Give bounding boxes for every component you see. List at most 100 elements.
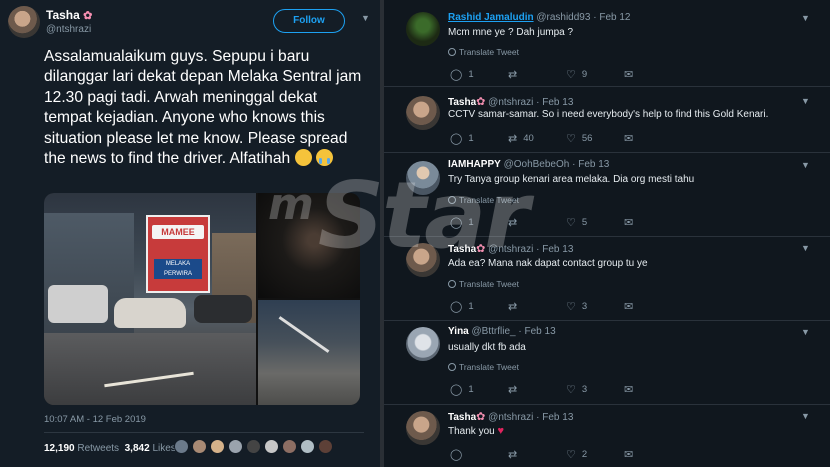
reply-button[interactable]: ◯ 1 xyxy=(450,300,474,313)
tweet-timestamp[interactable]: 10:07 AM - 12 Feb 2019 xyxy=(44,414,146,425)
reply-button[interactable]: ◯ 1 xyxy=(450,132,474,145)
reply-actions: ◯ 1 ⇄ 40 ♡ 56 ✉ xyxy=(448,132,648,146)
chevron-down-icon[interactable]: ▼ xyxy=(801,96,810,106)
reply-actions: ◯ ⇄ ♡ 2 ✉ xyxy=(448,448,648,462)
avatar[interactable] xyxy=(406,243,440,277)
chevron-down-icon[interactable]: ▼ xyxy=(801,411,810,421)
reply-item[interactable]: Tasha✿ @ntshrazi · Feb 13 ▼ CCTV samar-s… xyxy=(384,87,830,152)
retweet-button[interactable]: ⇄ xyxy=(508,448,523,461)
reply-header: Tasha✿ @ntshrazi · Feb 13 xyxy=(448,95,573,108)
chevron-down-icon[interactable]: ▼ xyxy=(801,327,810,337)
reply-item[interactable]: Yina @Bttrflie_ · Feb 13 ▼ usually dkt f… xyxy=(384,321,830,404)
reply-date[interactable]: Feb 13 xyxy=(525,326,556,337)
reply-author-name[interactable]: IAMHAPPY xyxy=(448,159,501,170)
reply-author-name[interactable]: Tasha xyxy=(448,412,476,423)
translate-link[interactable]: Translate Tweet xyxy=(448,47,519,57)
retweet-button[interactable]: ⇄ xyxy=(508,383,523,396)
tweet-photos[interactable]: MAMEE MELAKA PERWIRA xyxy=(44,193,360,405)
dm-button[interactable]: ✉ xyxy=(624,68,639,81)
retweet-button[interactable]: ⇄ xyxy=(508,68,523,81)
avatar[interactable] xyxy=(192,439,207,454)
reply-handle[interactable]: @rashidd93 xyxy=(536,12,590,23)
translate-link[interactable]: Translate Tweet xyxy=(448,279,519,289)
avatar[interactable] xyxy=(300,439,315,454)
dm-button[interactable]: ✉ xyxy=(624,300,639,313)
chevron-down-icon[interactable]: ▼ xyxy=(801,13,810,23)
like-button[interactable]: ♡ 2 xyxy=(566,448,587,461)
dm-button[interactable]: ✉ xyxy=(624,216,639,229)
chevron-down-icon[interactable]: ▼ xyxy=(361,13,370,23)
avatar[interactable] xyxy=(406,96,440,130)
reply-date[interactable]: Feb 13 xyxy=(578,159,609,170)
reply-handle[interactable]: @ntshrazi xyxy=(488,97,533,108)
retweet-button[interactable]: ⇄ xyxy=(508,216,523,229)
translate-link[interactable]: Translate Tweet xyxy=(448,195,519,205)
reply-button[interactable]: ◯ xyxy=(450,448,468,461)
avatar[interactable] xyxy=(318,439,333,454)
avatar[interactable] xyxy=(406,161,440,195)
reply-button[interactable]: ◯ 1 xyxy=(450,383,474,396)
reply-item[interactable]: Rashid Jamaludin @rashidd93 · Feb 12 ▼ M… xyxy=(384,0,830,86)
liker-avatars[interactable] xyxy=(174,439,336,455)
store-sign-sub: MELAKA PERWIRA xyxy=(154,259,202,279)
reply-author-name[interactable]: Rashid Jamaludin xyxy=(448,12,534,23)
translate-link[interactable]: Translate Tweet xyxy=(448,362,519,372)
avatar[interactable] xyxy=(228,439,243,454)
reply-handle[interactable]: @ntshrazi xyxy=(488,244,533,255)
reply-header: Yina @Bttrflie_ · Feb 13 xyxy=(448,326,556,337)
retweet-icon: ⇄ xyxy=(508,133,518,145)
like-button[interactable]: ♡ 3 xyxy=(566,383,587,396)
separator-dot: · xyxy=(593,12,597,23)
like-button[interactable]: ♡ 3 xyxy=(566,300,587,313)
reply-author-name[interactable]: Tasha xyxy=(448,244,476,255)
like-button[interactable]: ♡ 5 xyxy=(566,216,587,229)
retweets-label: Retweets xyxy=(77,443,120,454)
author-name[interactable]: Tasha ✿ xyxy=(46,8,92,22)
reply-date[interactable]: Feb 13 xyxy=(542,244,573,255)
reply-text-content: Thank you xyxy=(448,426,495,437)
like-button[interactable]: ♡ 9 xyxy=(566,68,587,81)
reply-date[interactable]: Feb 13 xyxy=(542,97,573,108)
reply-button[interactable]: ◯ 1 xyxy=(450,216,474,229)
heart-icon: ♡ xyxy=(566,301,576,313)
reply-button[interactable]: ◯ 1 xyxy=(450,68,474,81)
dm-button[interactable]: ✉ xyxy=(624,132,639,145)
reply-item[interactable]: Tasha✿ @ntshrazi · Feb 13 ▼ Thank you ♥ … xyxy=(384,405,830,467)
tweet-stats[interactable]: 12,190 Retweets 3,842 Likes xyxy=(44,443,176,454)
dm-button[interactable]: ✉ xyxy=(624,383,639,396)
reply-handle[interactable]: @OohBebeOh xyxy=(504,159,570,170)
avatar[interactable] xyxy=(174,439,189,454)
retweet-button[interactable]: ⇄ xyxy=(508,300,523,313)
reply-handle[interactable]: @Bttrflie_ xyxy=(472,326,516,337)
reply-count: 1 xyxy=(468,384,474,395)
reply-text: Mcm mne ye ? Dah jumpa ? xyxy=(448,27,574,38)
follow-button[interactable]: Follow xyxy=(273,9,345,33)
avatar[interactable] xyxy=(264,439,279,454)
chevron-down-icon[interactable]: ▼ xyxy=(801,160,810,170)
chevron-down-icon[interactable]: ▼ xyxy=(801,243,810,253)
avatar[interactable] xyxy=(406,327,440,361)
separator-dot: · xyxy=(536,97,540,108)
retweet-button[interactable]: ⇄ 40 xyxy=(508,132,534,145)
reply-author-name[interactable]: Tasha xyxy=(448,97,476,108)
reply-item[interactable]: IAMHAPPY @OohBebeOh · Feb 13 ▼ Try Tanya… xyxy=(384,153,830,236)
reply-item[interactable]: Tasha✿ @ntshrazi · Feb 13 ▼ Ada ea? Mana… xyxy=(384,237,830,320)
like-button[interactable]: ♡ 56 xyxy=(566,132,592,145)
avatar[interactable] xyxy=(8,6,40,38)
dm-button[interactable]: ✉ xyxy=(624,448,639,461)
avatar[interactable] xyxy=(282,439,297,454)
heart-icon: ♡ xyxy=(566,69,576,81)
avatar[interactable] xyxy=(210,439,225,454)
night-scene-photo[interactable] xyxy=(258,193,360,298)
avatar[interactable] xyxy=(406,411,440,445)
avatar[interactable] xyxy=(246,439,261,454)
author-handle[interactable]: @ntshrazi xyxy=(46,24,91,35)
globe-icon xyxy=(448,363,456,371)
reply-handle[interactable]: @ntshrazi xyxy=(488,412,533,423)
reply-author-name[interactable]: Yina xyxy=(448,326,469,337)
avatar[interactable] xyxy=(406,12,440,46)
reply-date[interactable]: Feb 13 xyxy=(542,412,573,423)
retweet-icon: ⇄ xyxy=(508,449,518,461)
motorcycle-scene-photo[interactable] xyxy=(258,300,360,405)
reply-date[interactable]: Feb 12 xyxy=(599,12,630,23)
